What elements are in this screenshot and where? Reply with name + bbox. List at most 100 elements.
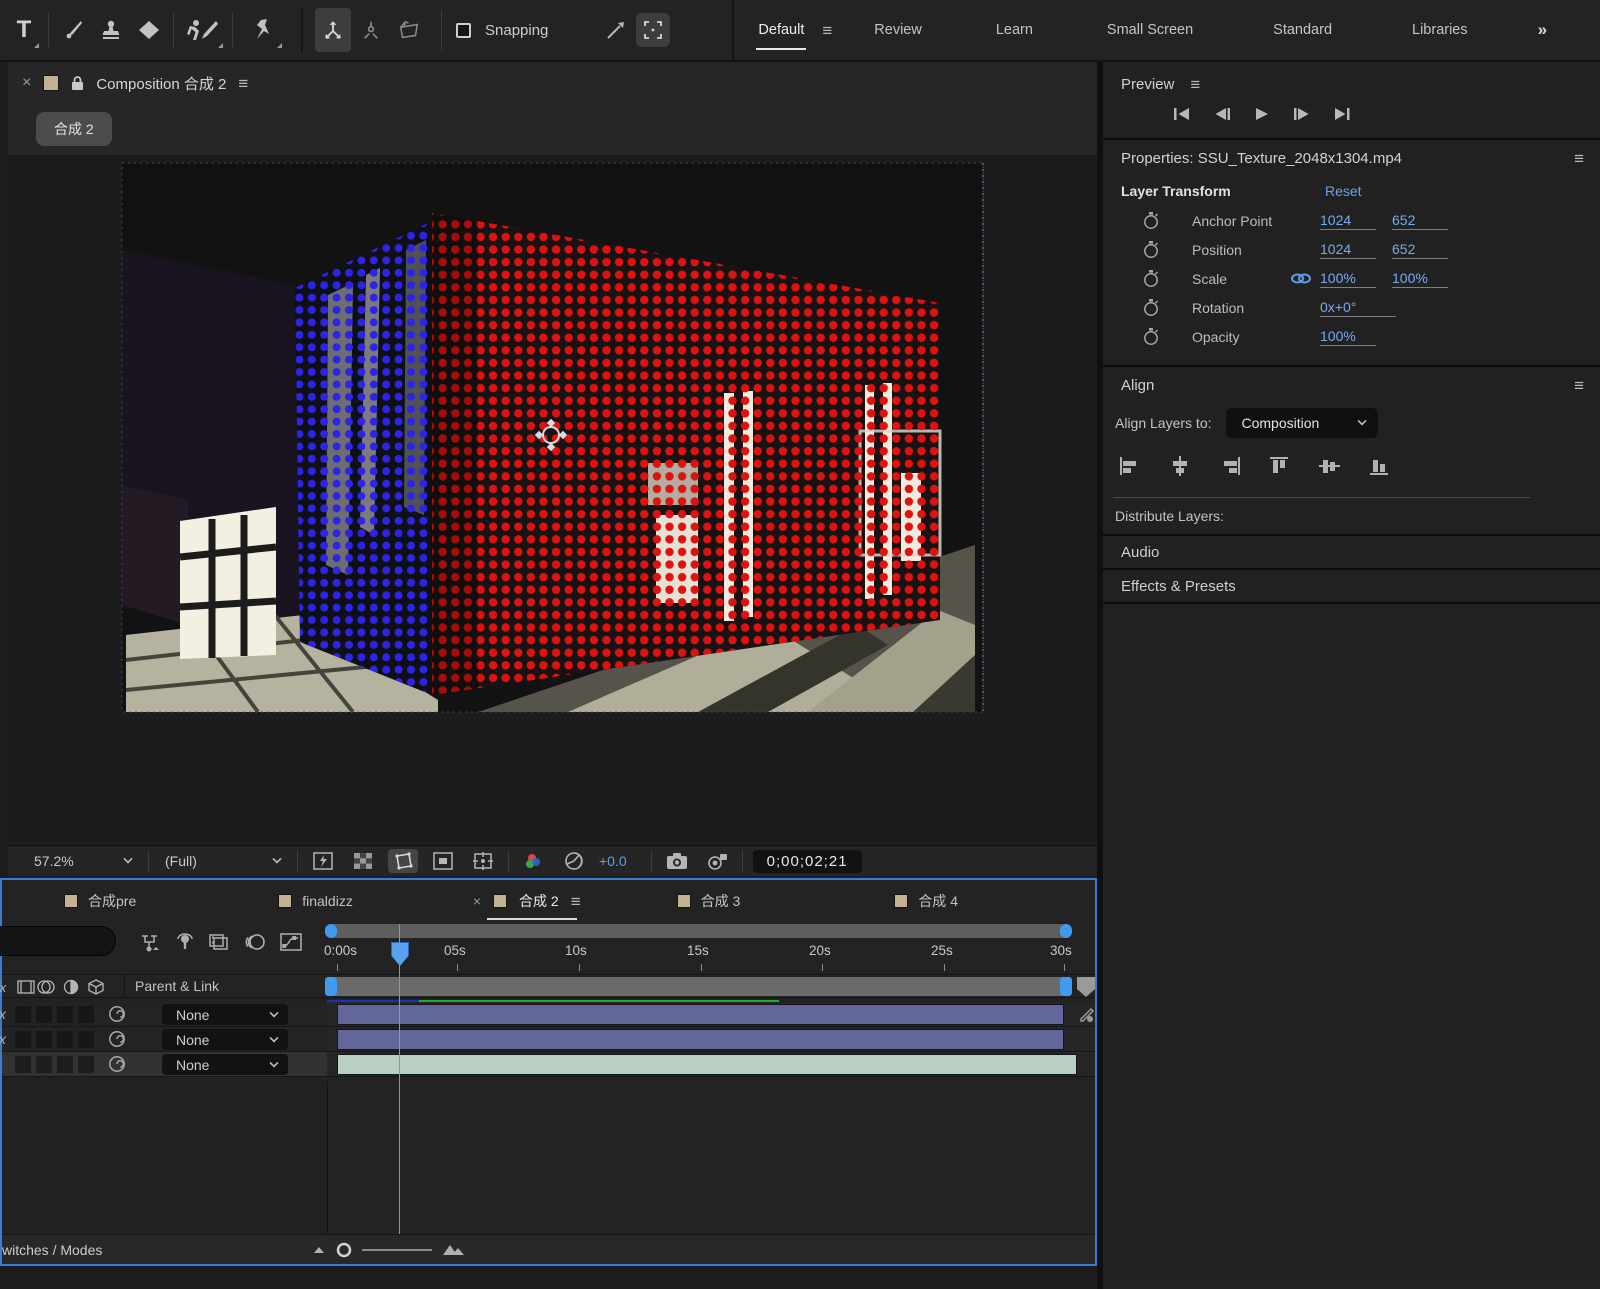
zoom-out-mountain-icon[interactable]	[312, 1245, 326, 1255]
switch-box[interactable]	[57, 1006, 73, 1023]
align-menu-icon[interactable]: ≡	[1574, 377, 1584, 394]
switch-box[interactable]	[78, 1006, 94, 1023]
anchor-y-value[interactable]: 652	[1392, 212, 1448, 230]
eraser-tool[interactable]	[131, 8, 167, 52]
scrollbar-left-cap[interactable]	[325, 924, 337, 938]
layer-row-3[interactable]: None	[2, 1052, 1095, 1077]
align-left-button[interactable]	[1117, 453, 1143, 477]
effects-presets-panel-tab[interactable]: Effects & Presets	[1103, 570, 1600, 604]
comp-marker-bin-icon[interactable]	[1076, 976, 1096, 998]
switch-box[interactable]	[15, 1056, 31, 1073]
rotation-value[interactable]: 0x+0°	[1320, 299, 1396, 317]
layer-bar-2[interactable]	[337, 1029, 1064, 1050]
pickwhip-icon[interactable]	[108, 1005, 126, 1023]
playhead-marker[interactable]	[391, 942, 409, 966]
audio-panel-tab[interactable]: Audio	[1103, 536, 1600, 570]
switch-box[interactable]	[15, 1006, 31, 1023]
show-snapshot-button[interactable]	[702, 849, 732, 873]
workspace-tab-libraries[interactable]: Libraries	[1404, 22, 1476, 38]
tab-menu-icon[interactable]: ≡	[571, 893, 581, 910]
zoom-in-mountain-icon[interactable]	[442, 1243, 466, 1257]
snap-along-edges-toggle[interactable]	[598, 8, 634, 52]
type-tool[interactable]: T	[6, 8, 42, 52]
properties-menu-icon[interactable]: ≡	[1574, 150, 1584, 167]
workspace-overflow-chevron[interactable]: »	[1538, 20, 1547, 40]
switch-box[interactable]	[36, 1006, 52, 1023]
grid-guides-button[interactable]	[468, 849, 498, 873]
channel-select-button[interactable]	[519, 849, 549, 873]
preview-menu-icon[interactable]: ≡	[1190, 76, 1200, 93]
panel-menu-icon[interactable]: ≡	[238, 75, 248, 92]
position-x-value[interactable]: 1024	[1320, 241, 1376, 259]
transparency-grid-button[interactable]	[348, 849, 378, 873]
scrollbar-right-cap[interactable]	[1060, 924, 1072, 938]
switch-box[interactable]	[15, 1031, 31, 1048]
layer-row-2[interactable]: fx None	[2, 1027, 1095, 1052]
tab-close-icon[interactable]: ×	[473, 893, 481, 909]
magnification-dropdown[interactable]: 57.2%	[28, 853, 138, 869]
scale-y-value[interactable]: 100%	[1392, 270, 1448, 288]
exposure-value[interactable]: +0.0	[599, 853, 627, 869]
timeline-zoom-slider[interactable]	[312, 1242, 466, 1258]
region-of-interest-button[interactable]	[388, 849, 418, 873]
current-timecode[interactable]: 0;00;02;21	[753, 850, 862, 873]
workspace-tab-default[interactable]: Default	[750, 22, 812, 38]
parent-dropdown[interactable]: None	[162, 1054, 288, 1075]
workspace-tab-standard[interactable]: Standard	[1265, 22, 1340, 38]
layer-bar-3[interactable]	[337, 1054, 1077, 1075]
composition-viewer[interactable]	[8, 155, 1097, 845]
timeline-tab-gosei2[interactable]: × 合成 2 ≡	[473, 880, 581, 922]
previous-frame-button[interactable]	[1209, 104, 1235, 124]
quality-sampling-icon[interactable]	[1078, 1006, 1096, 1024]
timeline-empty-track-area[interactable]	[327, 1081, 1095, 1234]
play-button[interactable]	[1249, 104, 1275, 124]
playhead-line[interactable]	[399, 924, 400, 1234]
parent-dropdown[interactable]: None	[162, 1004, 288, 1025]
switch-box[interactable]	[36, 1031, 52, 1048]
stopwatch-icon[interactable]	[1140, 240, 1162, 259]
scale-x-value[interactable]: 100%	[1320, 270, 1376, 288]
workspace-tab-small-screen[interactable]: Small Screen	[1099, 22, 1201, 38]
puppet-pin-tool[interactable]	[239, 8, 285, 52]
clone-stamp-tool[interactable]	[93, 8, 129, 52]
layer-row-1[interactable]: fx None	[2, 1002, 1095, 1027]
switch-box[interactable]	[57, 1031, 73, 1048]
snapshot-button[interactable]	[662, 849, 692, 873]
switch-box[interactable]	[78, 1056, 94, 1073]
motion-blur-button[interactable]	[242, 930, 268, 954]
stopwatch-icon[interactable]	[1140, 327, 1162, 346]
align-vertical-center-button[interactable]	[1317, 453, 1343, 477]
timeline-tab-gosei3[interactable]: 合成 3	[677, 880, 741, 922]
timeline-tab-gosei4[interactable]: 合成 4	[894, 880, 958, 922]
parent-dropdown[interactable]: None	[162, 1029, 288, 1050]
stopwatch-icon[interactable]	[1140, 298, 1162, 317]
last-frame-button[interactable]	[1329, 104, 1355, 124]
frame-blending-button[interactable]	[206, 930, 232, 954]
timeline-search-input[interactable]	[0, 926, 116, 956]
world-axis-mode[interactable]	[353, 8, 389, 52]
work-area-end-handle[interactable]	[1060, 977, 1072, 996]
zoom-slider-knob[interactable]	[336, 1242, 352, 1258]
draft-3d-button[interactable]	[172, 930, 198, 954]
reset-link[interactable]: Reset	[1325, 183, 1362, 199]
first-frame-button[interactable]	[1169, 104, 1195, 124]
position-y-value[interactable]: 652	[1392, 241, 1448, 259]
pickwhip-icon[interactable]	[108, 1030, 126, 1048]
workspace-tab-review[interactable]: Review	[866, 22, 930, 38]
exposure-reset-button[interactable]	[559, 849, 589, 873]
timeline-horizontal-scrollbar[interactable]	[325, 924, 1072, 938]
fast-previews-button[interactable]	[308, 849, 338, 873]
switches-modes-toggle[interactable]: witches / Modes	[2, 1242, 102, 1258]
graph-editor-button[interactable]	[278, 930, 304, 954]
timeline-tab-pre[interactable]: 合成pre	[64, 880, 136, 922]
comp-color-swatch[interactable]	[43, 75, 59, 91]
align-right-button[interactable]	[1217, 453, 1243, 477]
next-frame-button[interactable]	[1289, 104, 1315, 124]
local-axis-mode[interactable]	[315, 8, 351, 52]
work-area-start-handle[interactable]	[325, 977, 337, 996]
mask-visibility-button[interactable]	[428, 849, 458, 873]
layer-bar-1[interactable]	[337, 1004, 1064, 1025]
timeline-tab-finaldizz[interactable]: finaldizz	[278, 880, 353, 922]
anchor-x-value[interactable]: 1024	[1320, 212, 1376, 230]
stopwatch-icon[interactable]	[1140, 269, 1162, 288]
